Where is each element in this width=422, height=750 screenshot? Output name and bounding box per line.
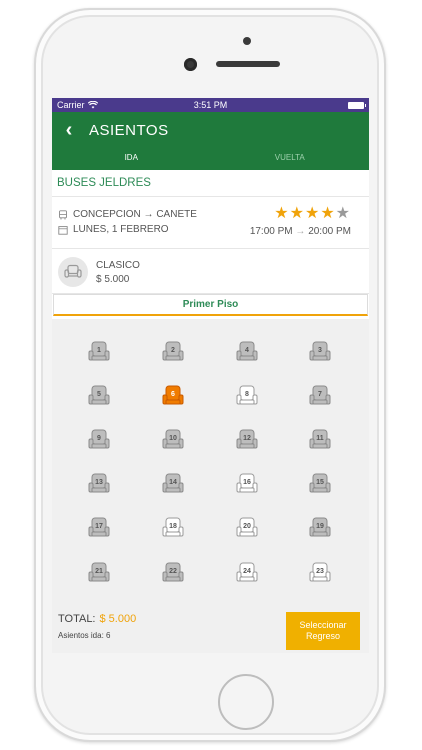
seat-23[interactable]: 23 — [309, 562, 331, 584]
seat-number: 9 — [97, 435, 101, 442]
back-arrow-icon[interactable]: ‹ — [58, 120, 80, 142]
trip-times: 17:00 PM → 20:00 PM — [250, 226, 351, 237]
seat-number: 21 — [95, 568, 103, 575]
carrier-group: Carrier — [57, 100, 98, 110]
carrier-label: Carrier — [57, 100, 85, 110]
seat-number: 14 — [169, 479, 177, 486]
seat-22[interactable]: 22 — [162, 562, 184, 584]
seat-11[interactable]: 11 — [309, 429, 331, 451]
time-arrow: → — [295, 226, 306, 237]
seat-number: 17 — [95, 523, 103, 530]
seat-15[interactable]: 15 — [309, 473, 331, 495]
route-row: CONCEPCION → CANETE — [58, 209, 197, 220]
bus-icon — [59, 209, 67, 219]
tab-ida[interactable]: IDA — [52, 148, 211, 170]
seat-1[interactable]: 1 — [88, 341, 110, 363]
floor-tab[interactable]: Primer Piso — [53, 294, 368, 316]
star-icon: ★ — [304, 205, 321, 222]
seats-selected: Asientos ida: 6 — [58, 631, 111, 640]
seat-10[interactable]: 10 — [162, 429, 184, 451]
rating-stars: ★★★★★ — [274, 206, 351, 222]
total-row: TOTAL: $ 5.000 — [58, 613, 136, 625]
seat-number: 24 — [243, 568, 251, 575]
seat-number: 12 — [243, 435, 251, 442]
seat-number: 2 — [171, 347, 175, 354]
seat-17[interactable]: 17 — [88, 517, 110, 539]
seat-number: 1 — [97, 347, 101, 354]
seat-number: 16 — [243, 479, 251, 486]
page-title: ASIENTOS — [89, 122, 169, 139]
seat-14[interactable]: 14 — [162, 473, 184, 495]
seat-20[interactable]: 20 — [236, 517, 258, 539]
seat-12[interactable]: 12 — [236, 429, 258, 451]
seat-number: 19 — [316, 523, 324, 530]
star-icon: ★ — [320, 205, 336, 222]
company-name: BUSES JELDRES — [52, 170, 369, 197]
app-header: ‹ ASIENTOS IDA VUELTA — [52, 112, 369, 170]
trip-info: CONCEPCION → CANETE LUNES, 1 FEBRERO ★★★… — [52, 197, 369, 249]
seat-8[interactable]: 8 — [236, 385, 258, 407]
seat-number: 13 — [95, 479, 103, 486]
seat-19[interactable]: 19 — [309, 517, 331, 539]
seat-9[interactable]: 9 — [88, 429, 110, 451]
total-label: TOTAL: — [58, 613, 96, 625]
seat-number: 18 — [169, 523, 177, 530]
select-return-button[interactable]: Seleccionar Regreso — [286, 612, 360, 650]
speaker-dot — [243, 37, 251, 45]
star-icon: ★ — [335, 205, 351, 222]
arrive-time: 20:00 PM — [308, 226, 351, 237]
seat-13[interactable]: 13 — [88, 473, 110, 495]
tab-vuelta[interactable]: VUELTA — [211, 148, 370, 170]
seat-7[interactable]: 7 — [309, 385, 331, 407]
footer-bar: TOTAL: $ 5.000 Asientos ida: 6 Selecciona… — [52, 604, 369, 653]
front-camera — [184, 58, 197, 71]
seat-3[interactable]: 3 — [309, 341, 331, 363]
seat-6[interactable]: 6 — [162, 385, 184, 407]
wifi-icon — [87, 101, 98, 109]
seat-number: 20 — [243, 523, 251, 530]
seat-number: 10 — [169, 435, 177, 442]
status-bar: Carrier 3:51 PM — [52, 98, 369, 112]
seat-number: 5 — [97, 391, 101, 398]
depart-time: 17:00 PM — [249, 226, 293, 237]
seat-map: 1 2 4 3 5 6 8 7 9 10 12 11 13 14 16 15 17 18 20 19 21 22 24 23 — [52, 319, 369, 604]
route-text: CONCEPCION → CANETE — [73, 209, 197, 220]
seat-number: 8 — [245, 391, 249, 398]
total-amount: $ 5.000 — [99, 613, 137, 625]
seat-24[interactable]: 24 — [236, 562, 258, 584]
status-time: 3:51 PM — [193, 100, 228, 110]
seat-number: 7 — [318, 391, 322, 398]
seat-number: 23 — [316, 568, 324, 575]
seat-number: 3 — [318, 347, 322, 354]
seat-number: 4 — [245, 347, 249, 354]
seat-number: 15 — [316, 479, 324, 486]
armchair-icon — [58, 257, 88, 287]
fare-price: $ 5.000 — [96, 274, 130, 285]
seat-number: 11 — [316, 435, 324, 442]
fare-class[interactable]: CLASICO $ 5.000 — [52, 249, 369, 294]
seat-number: 22 — [169, 568, 177, 575]
battery-icon — [348, 101, 366, 109]
earpiece — [216, 61, 280, 67]
seat-number: 6 — [171, 391, 175, 398]
seat-2[interactable]: 2 — [162, 341, 184, 363]
seat-21[interactable]: 21 — [88, 562, 110, 584]
app-screen: Carrier 3:51 PM ‹ ASIENTOS IDA VUELTA BU… — [52, 98, 369, 653]
date-text: LUNES, 1 FEBRERO — [73, 224, 169, 235]
star-icon: ★ — [274, 205, 290, 222]
star-icon: ★ — [289, 205, 305, 222]
home-button[interactable] — [218, 674, 274, 730]
seat-16[interactable]: 16 — [236, 473, 258, 495]
seat-18[interactable]: 18 — [162, 517, 184, 539]
seat-5[interactable]: 5 — [88, 385, 110, 407]
date-row: LUNES, 1 FEBRERO — [58, 224, 169, 235]
tab-bar: IDA VUELTA — [52, 148, 369, 170]
fare-class-name: CLASICO — [96, 260, 140, 271]
seat-4[interactable]: 4 — [236, 341, 258, 363]
calendar-icon — [58, 225, 68, 235]
